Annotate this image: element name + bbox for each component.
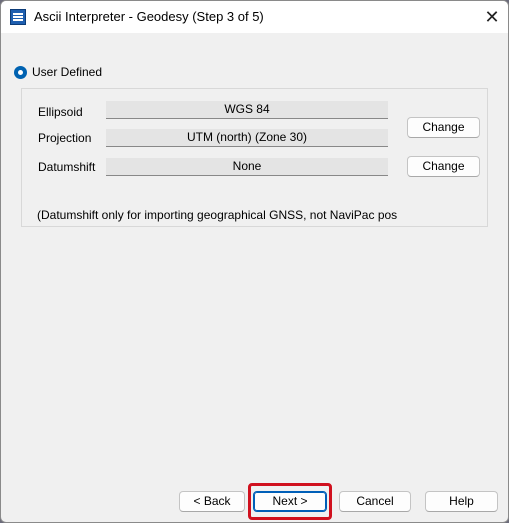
- dialog-window: Ascii Interpreter - Geodesy (Step 3 of 5…: [0, 0, 509, 523]
- title-bar[interactable]: Ascii Interpreter - Geodesy (Step 3 of 5…: [1, 1, 508, 33]
- projection-value: UTM (north) (Zone 30): [106, 129, 388, 147]
- ellipsoid-value: WGS 84: [106, 101, 388, 119]
- datumshift-value: None: [106, 158, 388, 176]
- ellipsoid-label: Ellipsoid: [38, 105, 83, 119]
- close-button[interactable]: ✕: [476, 1, 508, 33]
- next-button[interactable]: Next >: [253, 491, 327, 512]
- datumshift-note: (Datumshift only for importing geographi…: [37, 208, 398, 222]
- radio-selected-icon[interactable]: [14, 65, 27, 79]
- user-defined-label: User Defined: [32, 65, 103, 79]
- cancel-button[interactable]: Cancel: [339, 491, 411, 512]
- user-defined-radio[interactable]: User Defined: [14, 65, 102, 79]
- datumshift-change-button[interactable]: Change: [407, 156, 480, 177]
- help-button[interactable]: Help: [425, 491, 498, 512]
- back-button[interactable]: < Back: [179, 491, 245, 512]
- projection-label: Projection: [38, 131, 92, 145]
- document-grid-icon: [10, 9, 26, 25]
- window-title: Ascii Interpreter - Geodesy (Step 3 of 5…: [34, 9, 264, 24]
- projection-change-button[interactable]: Change: [407, 117, 480, 138]
- datumshift-label: Datumshift: [38, 160, 96, 174]
- close-icon: ✕: [484, 6, 500, 27]
